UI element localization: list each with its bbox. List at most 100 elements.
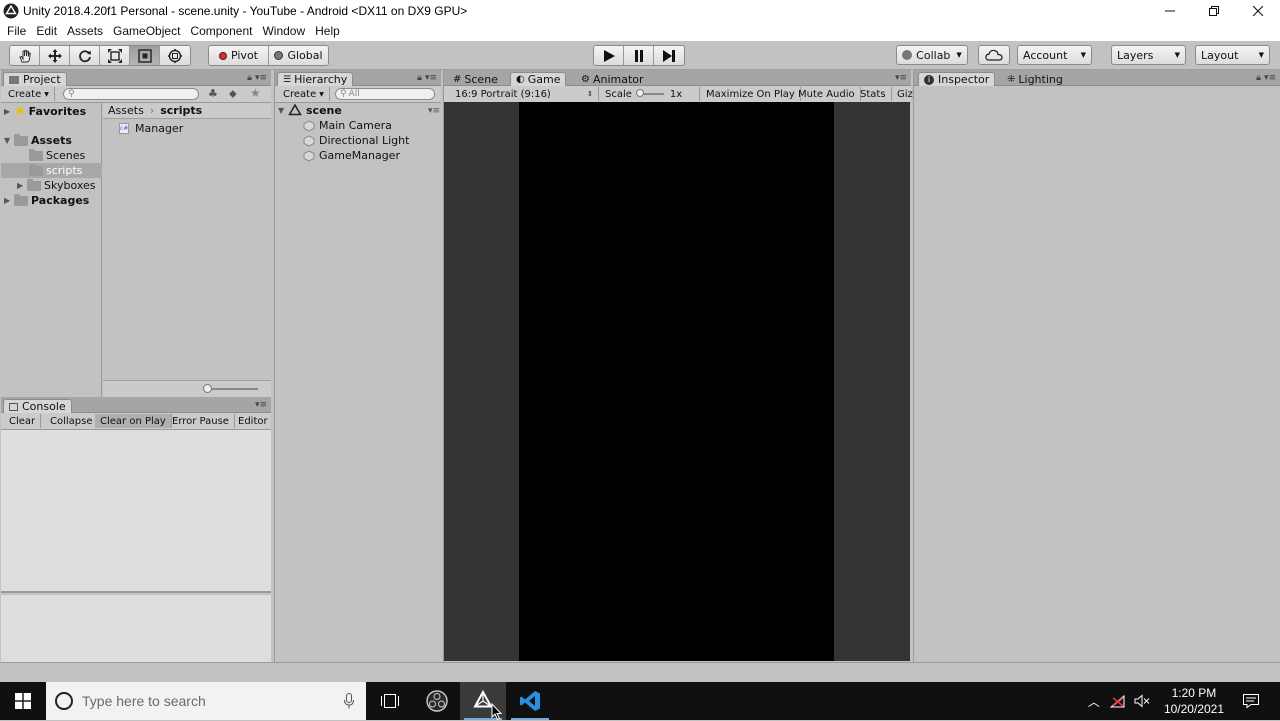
microphone-icon[interactable] xyxy=(344,693,354,709)
tab-game[interactable]: ◐ Game xyxy=(510,72,567,86)
favorites-item[interactable]: ▶ ★ Favorites xyxy=(4,104,86,119)
hierarchy-item[interactable]: Directional Light xyxy=(303,133,409,148)
scale-slider[interactable] xyxy=(635,89,664,97)
cloud-button[interactable] xyxy=(978,45,1010,65)
filter-label-icon[interactable]: ⬥ xyxy=(229,87,237,101)
slider-handle[interactable] xyxy=(635,89,644,97)
tab-hierarchy[interactable]: ☰ Hierarchy xyxy=(277,72,354,86)
start-button[interactable] xyxy=(0,682,46,720)
taskbar-obs[interactable] xyxy=(414,682,460,720)
tab-animator[interactable]: ⚙ Animator xyxy=(576,72,649,86)
panel-menu[interactable]: ▾≡ xyxy=(895,73,907,83)
gizmos-dropdown[interactable]: Giz xyxy=(892,87,913,101)
folder-scenes[interactable]: Scenes xyxy=(29,148,85,163)
packages-folder[interactable]: ▶ Packages xyxy=(4,193,89,208)
console-log-list[interactable] xyxy=(1,430,271,593)
console-collapse-button[interactable]: Collapse xyxy=(45,414,99,428)
menu-window[interactable]: Window xyxy=(257,24,310,38)
panel-menu[interactable]: 🔒︎ ▾≡ xyxy=(1256,73,1276,83)
tab-label: Inspector xyxy=(938,73,990,86)
menu-gameobject[interactable]: GameObject xyxy=(108,24,185,38)
project-search-input[interactable]: ⚲ xyxy=(63,88,199,100)
console-detail-pane[interactable] xyxy=(1,595,271,662)
folder-skyboxes[interactable]: ▶ Skyboxes xyxy=(17,178,96,193)
close-button[interactable] xyxy=(1236,0,1280,21)
console-error-pause-button[interactable]: Error Pause xyxy=(167,414,235,428)
aspect-dropdown[interactable]: 16:9 Portrait (9:16) ⇕ xyxy=(450,87,599,101)
move-tool-button[interactable] xyxy=(40,46,70,65)
hierarchy-search-input[interactable]: ⚲ All xyxy=(335,88,435,100)
rotate-tool-button[interactable] xyxy=(70,46,100,65)
console-clear-on-play-button[interactable]: Clear on Play xyxy=(95,414,172,428)
step-button[interactable] xyxy=(654,46,684,65)
maximize-on-play-toggle[interactable]: Maximize On Play xyxy=(701,87,801,101)
chevron-up-icon[interactable]: ︿ xyxy=(1088,693,1100,710)
taskbar-unity[interactable] xyxy=(460,682,506,721)
hierarchy-item[interactable]: GameManager xyxy=(303,148,400,163)
file-item[interactable]: c# Manager xyxy=(119,121,183,136)
speaker-muted-icon[interactable] xyxy=(1134,694,1150,708)
assets-folder[interactable]: ▼ Assets xyxy=(4,133,72,148)
game-view-canvas[interactable] xyxy=(444,102,910,661)
pivot-toggle[interactable]: Pivot xyxy=(209,46,269,65)
global-toggle[interactable]: Global xyxy=(269,46,328,65)
panel-menu[interactable]: 🔒︎ ▾≡ xyxy=(247,73,267,83)
scale-value: 1x xyxy=(669,88,683,100)
transform-tools xyxy=(9,45,191,66)
menu-edit[interactable]: Edit xyxy=(31,24,62,38)
taskbar-clock[interactable]: 1:20 PM 10/20/2021 xyxy=(1164,685,1224,717)
console-editor-dropdown[interactable]: Editor xyxy=(233,414,273,428)
menu-assets[interactable]: Assets xyxy=(62,24,108,38)
tab-scene[interactable]: # Scene xyxy=(448,72,503,86)
project-create-button[interactable]: Create ▼ xyxy=(3,87,55,101)
notification-icon[interactable] xyxy=(1242,693,1260,709)
project-tree: ▶ ★ Favorites ▼ Assets Scenes scripts ▶ … xyxy=(1,103,102,397)
tab-lighting[interactable]: ⁜ Lighting xyxy=(1002,72,1068,86)
menu-file[interactable]: File xyxy=(2,24,31,38)
play-button[interactable] xyxy=(594,46,624,65)
menu-icon[interactable]: ▾≡ xyxy=(428,106,440,116)
pause-button[interactable] xyxy=(624,46,654,65)
restore-button[interactable] xyxy=(1192,0,1236,21)
icon-size-slider[interactable] xyxy=(206,388,258,390)
tab-console[interactable]: Console xyxy=(3,399,72,413)
lock-icon: 🔒︎ xyxy=(247,73,252,83)
panel-menu[interactable]: 🔒︎ ▾≡ xyxy=(417,73,437,83)
menu-component[interactable]: Component xyxy=(185,24,257,38)
clock-time: 1:20 PM xyxy=(1171,686,1217,700)
minimize-button[interactable] xyxy=(1148,0,1192,21)
rect-tool-button[interactable] xyxy=(130,46,160,65)
obs-icon xyxy=(426,690,448,712)
panel-menu[interactable]: ▾≡ xyxy=(255,400,267,410)
hierarchy-item[interactable]: Main Camera xyxy=(303,118,392,133)
folder-scripts[interactable]: scripts xyxy=(1,163,102,178)
layout-dropdown[interactable]: Layout ▼ xyxy=(1195,45,1270,65)
taskbar-vscode[interactable] xyxy=(507,682,553,720)
mute-audio-toggle[interactable]: Mute Audio xyxy=(793,87,861,101)
stats-toggle[interactable]: Stats xyxy=(855,87,892,101)
game-render-screen[interactable] xyxy=(519,102,834,661)
slider-handle[interactable] xyxy=(203,384,212,393)
layers-dropdown[interactable]: Layers ▼ xyxy=(1111,45,1186,65)
breadcrumb-current[interactable]: scripts xyxy=(160,104,202,117)
unity-logo-icon xyxy=(3,3,19,18)
scale-tool-button[interactable] xyxy=(100,46,130,65)
taskbar-search-input[interactable]: Type here to search xyxy=(46,682,366,720)
breadcrumb-root[interactable]: Assets xyxy=(108,104,144,117)
collab-dropdown[interactable]: Collab ▼ xyxy=(896,45,968,65)
hand-tool-button[interactable] xyxy=(10,46,40,65)
filter-type-icon[interactable]: ♣ xyxy=(208,87,218,100)
hierarchy-create-button[interactable]: Create ▼ xyxy=(278,87,330,101)
tab-label: Game xyxy=(527,73,561,86)
tab-project[interactable]: Project xyxy=(3,72,67,86)
scene-root-item[interactable]: ▼ scene ▾≡ xyxy=(278,103,440,118)
console-clear-button[interactable]: Clear xyxy=(4,414,42,428)
tab-inspector[interactable]: i Inspector xyxy=(918,72,996,86)
transform-tool-button[interactable] xyxy=(160,46,190,65)
tab-label: Lighting xyxy=(1018,72,1063,86)
account-dropdown[interactable]: Account ▼ xyxy=(1017,45,1092,65)
task-view-button[interactable] xyxy=(367,682,413,720)
network-warning-icon[interactable] xyxy=(1109,694,1126,708)
favorite-star-icon[interactable]: ★ xyxy=(250,86,261,100)
menu-help[interactable]: Help xyxy=(310,24,345,38)
